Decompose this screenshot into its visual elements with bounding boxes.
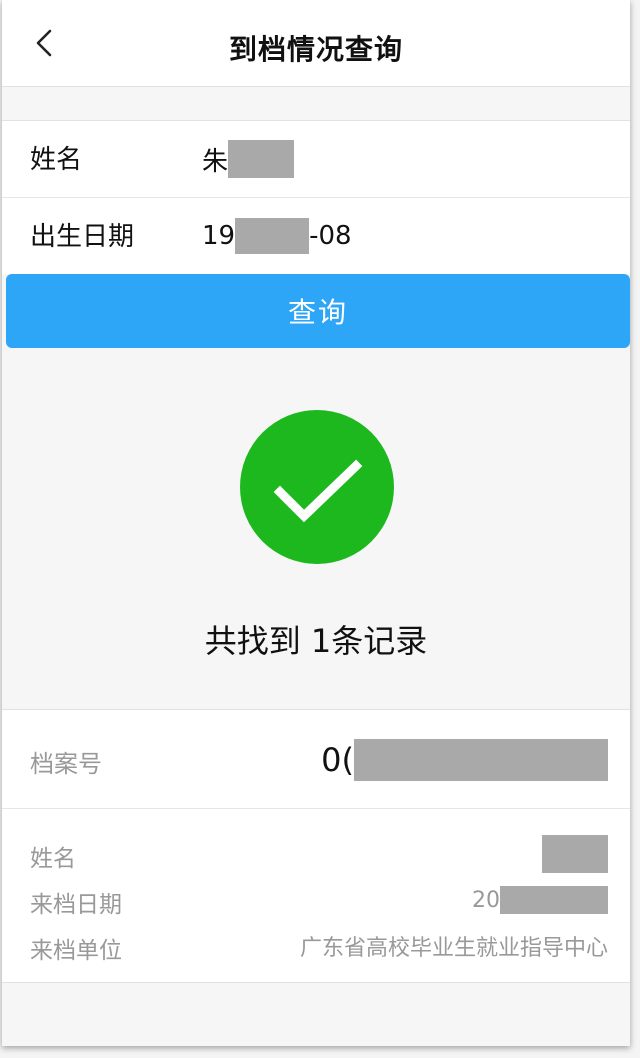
archive-number-value: 0(	[321, 738, 608, 782]
record-card: 档案号 0( 姓名 来档日期 20 来档单位 广东省高校毕业生就业指导中心	[2, 709, 630, 983]
query-form: 姓名 朱 出生日期 19 -08	[2, 120, 630, 274]
record-unit-label: 来档单位	[30, 938, 122, 964]
redacted-block	[228, 140, 295, 178]
birth-date-label: 出生日期	[30, 222, 135, 252]
query-button[interactable]: 查询	[6, 274, 630, 348]
birth-date-suffix: -08	[309, 221, 352, 251]
navigation-bar: 到档情况查询	[2, 0, 630, 87]
name-value: 朱	[202, 146, 229, 177]
archive-number-prefix: 0(	[321, 741, 354, 779]
redacted-block	[542, 835, 608, 873]
archive-number-row: 档案号 0(	[2, 710, 630, 809]
redacted-block	[500, 886, 608, 914]
redacted-block	[354, 739, 608, 781]
record-unit-row: 来档单位 广东省高校毕业生就业指导中心	[2, 923, 630, 969]
success-check-icon	[240, 410, 394, 564]
record-date-prefix: 20	[472, 887, 500, 913]
page-title: 到档情况查询	[228, 33, 403, 66]
archive-number-label: 档案号	[30, 750, 102, 778]
record-date-row: 来档日期 20	[2, 877, 630, 923]
record-name-row: 姓名	[2, 831, 630, 877]
record-date-value: 20	[472, 881, 608, 919]
redacted-block	[235, 218, 310, 254]
birth-date-prefix: 19	[202, 221, 236, 251]
name-label: 姓名	[30, 145, 83, 175]
name-field[interactable]: 朱	[202, 139, 295, 179]
record-date-label: 来档日期	[30, 892, 122, 918]
birth-date-row: 出生日期 19 -08	[2, 197, 630, 274]
app-screen: 到档情况查询 姓名 朱 出生日期 19 -08 查询 共找到 1条记录 档案号	[2, 0, 630, 1046]
record-name-value	[542, 835, 608, 873]
record-unit-value: 广东省高校毕业生就业指导中心	[299, 936, 608, 961]
result-message: 共找到 1条记录	[204, 622, 428, 660]
name-row: 姓名 朱	[2, 121, 630, 197]
birth-date-field[interactable]: 19 -08	[202, 216, 352, 256]
record-name-label: 姓名	[30, 846, 76, 872]
